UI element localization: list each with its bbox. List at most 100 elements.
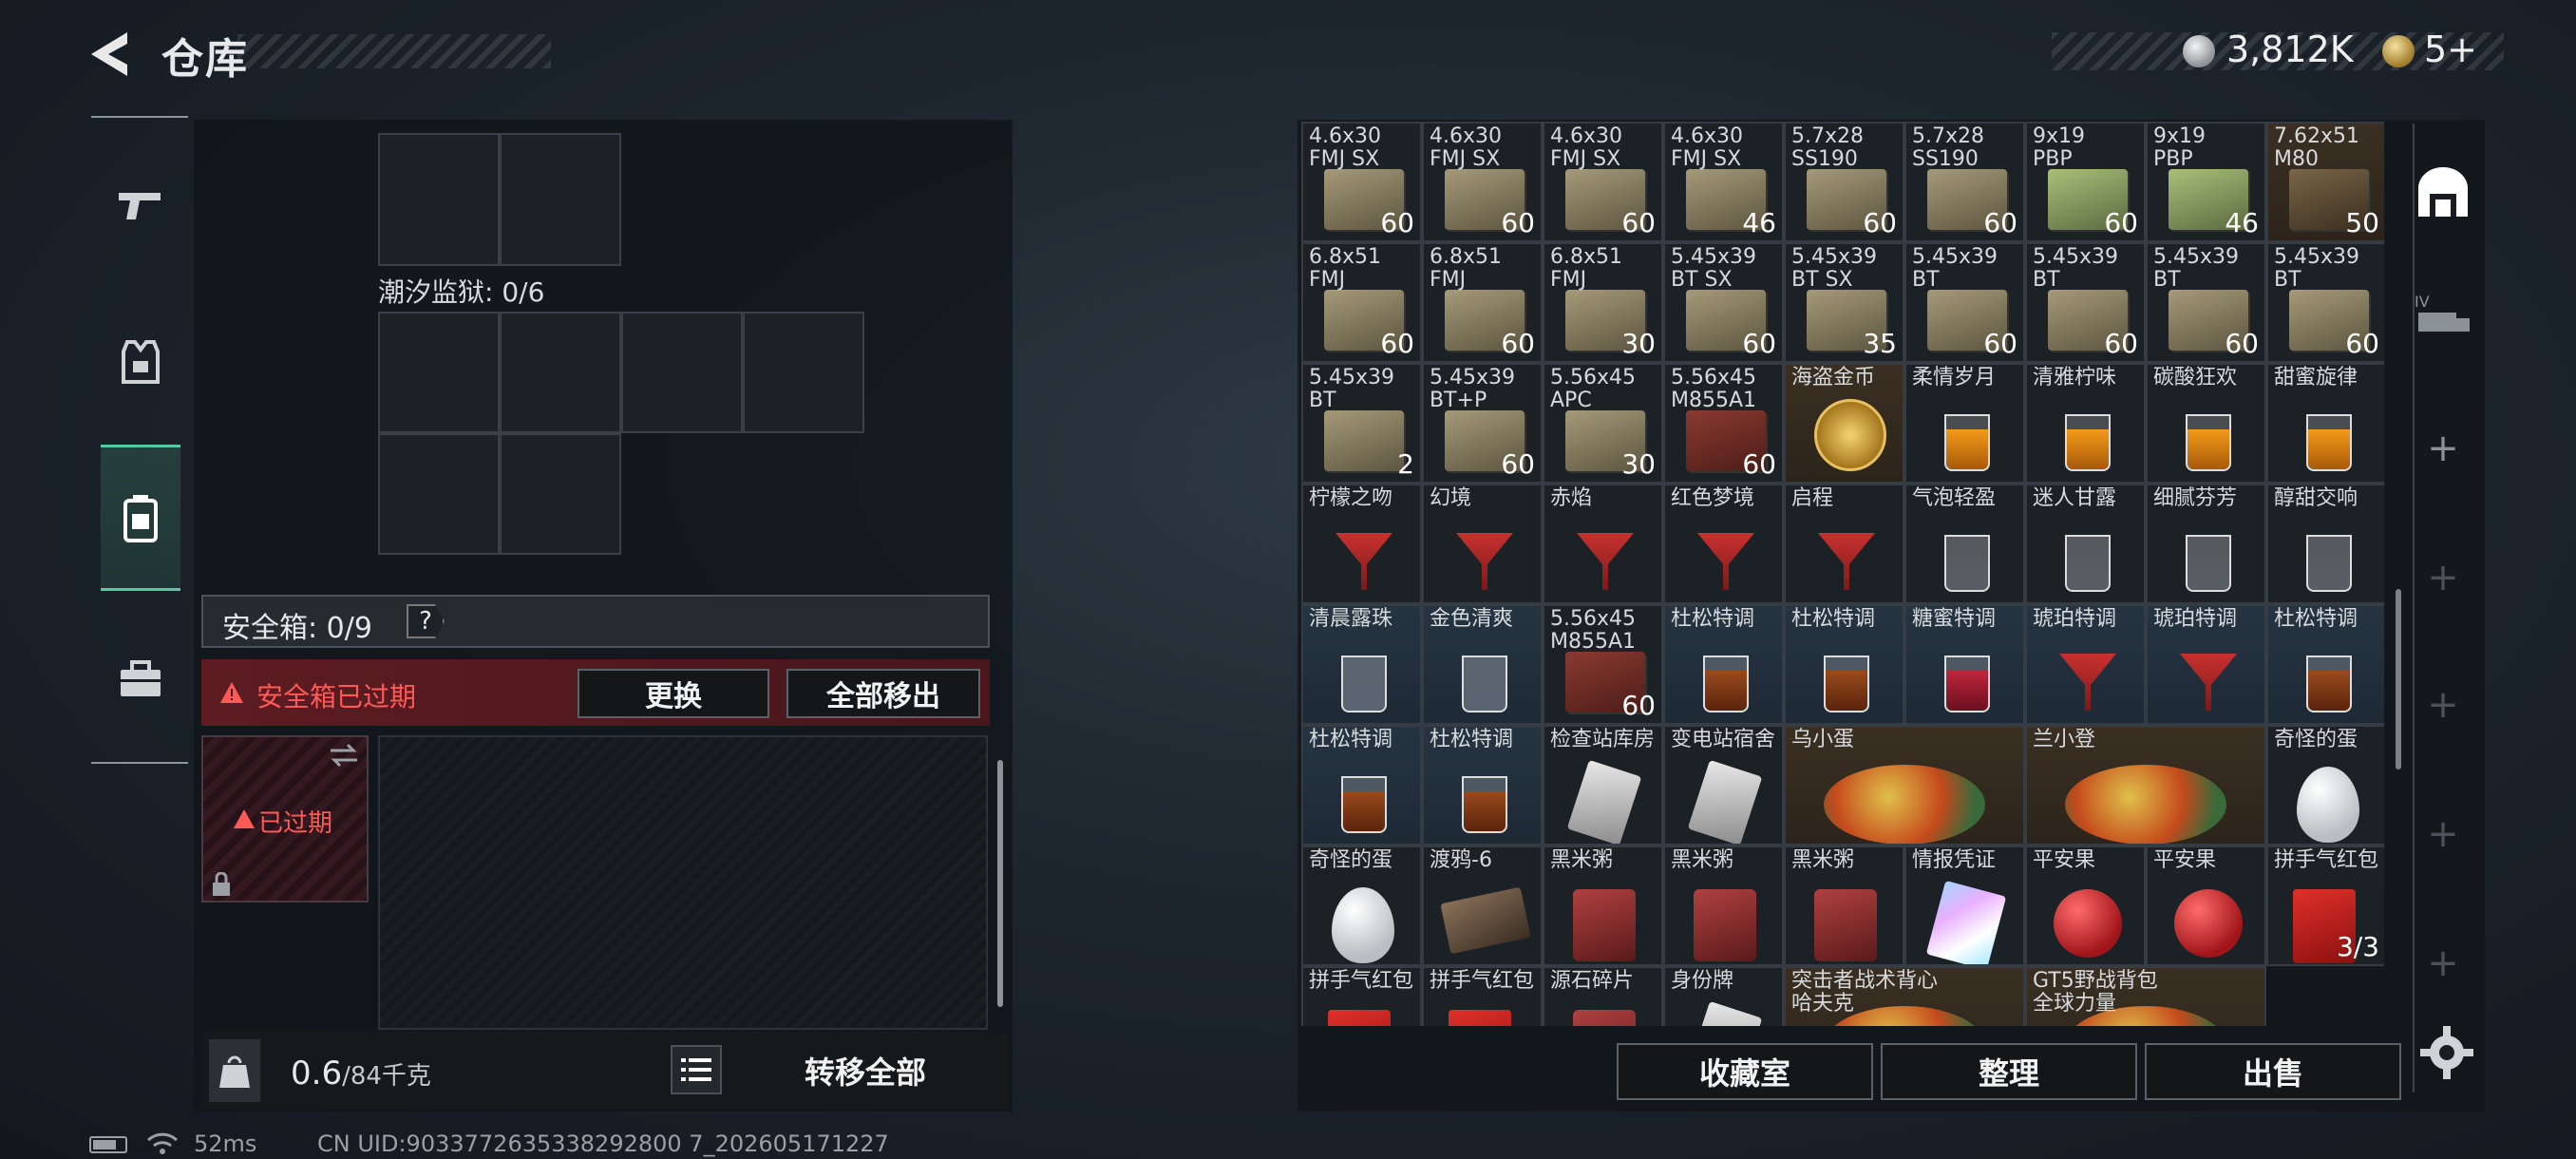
inventory-item[interactable]: 源石碎片 xyxy=(1543,966,1663,1026)
inventory-item[interactable]: 启程 xyxy=(1784,484,1904,604)
inventory-item[interactable]: 9x19 PBP 60 xyxy=(2025,122,2146,242)
rail-add-2[interactable]: + xyxy=(2403,538,2483,618)
inventory-item[interactable]: 平安果 xyxy=(2025,846,2146,966)
inventory-item[interactable]: 拼手气红包 3/3 xyxy=(2266,846,2384,966)
inventory-item[interactable]: 杜松特调 xyxy=(1784,604,1904,725)
move-all-out-button[interactable]: 全部移出 xyxy=(786,669,980,718)
replace-button[interactable]: 更换 xyxy=(578,669,769,718)
grid-slot[interactable] xyxy=(743,312,864,433)
inventory-item[interactable]: 拼手气红包 xyxy=(1422,966,1543,1026)
inventory-item[interactable]: 碳酸狂欢 xyxy=(2146,363,2266,484)
inventory-item[interactable]: 乌小蛋 xyxy=(1784,725,2025,846)
inventory-item[interactable]: GT5野战背包 全球力量 xyxy=(2025,966,2266,1026)
collection-button[interactable]: 收藏室 xyxy=(1617,1043,1873,1100)
grid-slot[interactable] xyxy=(378,433,500,555)
inventory-item[interactable]: 细腻芬芳 xyxy=(2146,484,2266,604)
sell-button[interactable]: 出售 xyxy=(2145,1043,2401,1100)
inventory-item[interactable]: 5.56x45 M855A1 60 xyxy=(1543,604,1663,725)
inventory-item[interactable]: 5.56x45 APC 30 xyxy=(1543,363,1663,484)
inventory-item[interactable]: 赤焰 xyxy=(1543,484,1663,604)
inventory-item[interactable]: 5.56x45 M855A1 60 xyxy=(1663,363,1784,484)
inventory-item[interactable]: 6.8x51 FMJ 30 xyxy=(1543,242,1663,363)
rail-add-1[interactable]: + xyxy=(2403,408,2483,488)
left-scrollbar[interactable] xyxy=(997,760,1003,1007)
inventory-item[interactable]: 金色清爽 xyxy=(1422,604,1543,725)
inventory-item[interactable]: 杜松特调 xyxy=(1422,725,1543,846)
inventory-item[interactable]: 5.45x39 BT+P 60 xyxy=(1422,363,1543,484)
inventory-item[interactable]: 7.62x51 M80 50 xyxy=(2266,122,2384,242)
inventory-item[interactable]: 5.7x28 SS190 60 xyxy=(1904,122,2025,242)
inventory-item[interactable]: 醇甜交响 xyxy=(2266,484,2384,604)
inventory-item[interactable]: 黑米粥 xyxy=(1663,846,1784,966)
grid-slot[interactable] xyxy=(500,312,621,433)
inventory-item[interactable]: 糖蜜特调 xyxy=(1904,604,2025,725)
grid-slot[interactable] xyxy=(621,312,743,433)
rail-add-5[interactable]: + xyxy=(2403,923,2483,1003)
grid-slot[interactable] xyxy=(500,433,621,555)
inventory-item[interactable]: 9x19 PBP 46 xyxy=(2146,122,2266,242)
inventory-item[interactable]: 幻境 xyxy=(1422,484,1543,604)
nav-storage[interactable] xyxy=(101,445,180,591)
inventory-item[interactable]: 迷人甘露 xyxy=(2025,484,2146,604)
list-view-button[interactable] xyxy=(671,1045,722,1094)
inventory-item[interactable]: 渡鸦-6 xyxy=(1422,846,1543,966)
rail-add-4[interactable]: + xyxy=(2403,794,2483,874)
inventory-item[interactable]: 琥珀特调 xyxy=(2146,604,2266,725)
inventory-item[interactable]: 情报凭证 xyxy=(1904,846,2025,966)
rail-storage-tab[interactable] xyxy=(2403,152,2483,232)
nav-armor[interactable] xyxy=(101,310,180,414)
settings-gear-icon[interactable] xyxy=(2420,1026,2473,1079)
inventory-item[interactable]: 5.45x39 BT 60 xyxy=(2025,242,2146,363)
transfer-all-button[interactable]: 转移全部 xyxy=(733,1041,997,1100)
inventory-item[interactable]: 黑米粥 xyxy=(1784,846,1904,966)
rail-add-3[interactable]: + xyxy=(2403,665,2483,745)
inventory-item[interactable]: 身份牌 xyxy=(1663,966,1784,1026)
inventory-item[interactable]: 5.45x39 BT SX 60 xyxy=(1663,242,1784,363)
inventory-item[interactable]: 柔情岁月 xyxy=(1904,363,2025,484)
inventory-item[interactable]: 海盗金币 xyxy=(1784,363,1904,484)
sort-button[interactable]: 整理 xyxy=(1881,1043,2137,1100)
nav-weapons[interactable] xyxy=(101,152,180,256)
inventory-item[interactable]: 突击者战术背心 哈夫克 xyxy=(1784,966,2025,1026)
rail-vehicle-tab[interactable]: IV xyxy=(2403,276,2483,355)
inventory-item[interactable]: 4.6x30 FMJ SX 60 xyxy=(1301,122,1422,242)
inventory-item[interactable]: 杜松特调 xyxy=(1301,725,1422,846)
nav-toolbox[interactable] xyxy=(101,627,180,732)
inventory-item[interactable]: 5.45x39 BT 60 xyxy=(1904,242,2025,363)
safe-box-grid[interactable] xyxy=(378,735,988,1030)
inventory-item[interactable]: 拼手气红包 xyxy=(1301,966,1422,1026)
inventory-item[interactable]: 5.45x39 BT SX 35 xyxy=(1784,242,1904,363)
inventory-item[interactable]: 气泡轻盈 xyxy=(1904,484,2025,604)
grid-slot[interactable] xyxy=(378,312,500,433)
inventory-item[interactable]: 清晨露珠 xyxy=(1301,604,1422,725)
inventory-item[interactable]: 柠檬之吻 xyxy=(1301,484,1422,604)
inventory-item[interactable]: 琥珀特调 xyxy=(2025,604,2146,725)
grid-slot[interactable] xyxy=(500,133,621,266)
inventory-item[interactable]: 奇怪的蛋 xyxy=(1301,846,1422,966)
inventory-item[interactable]: 6.8x51 FMJ 60 xyxy=(1422,242,1543,363)
inventory-item[interactable]: 4.6x30 FMJ SX 60 xyxy=(1543,122,1663,242)
grid-slot[interactable] xyxy=(378,133,500,266)
inventory-item[interactable]: 杜松特调 xyxy=(2266,604,2384,725)
inventory-item[interactable]: 检查站库房 xyxy=(1543,725,1663,846)
inventory-item[interactable]: 5.7x28 SS190 60 xyxy=(1784,122,1904,242)
inventory-item[interactable]: 杜松特调 xyxy=(1663,604,1784,725)
inventory-item[interactable]: 4.6x30 FMJ SX 46 xyxy=(1663,122,1784,242)
back-button[interactable] xyxy=(85,28,137,80)
inventory-item[interactable]: 变电站宿舍 xyxy=(1663,725,1784,846)
inventory-item[interactable]: 兰小登 xyxy=(2025,725,2266,846)
inventory-item[interactable]: 4.6x30 FMJ SX 60 xyxy=(1422,122,1543,242)
inventory-item[interactable]: 红色梦境 xyxy=(1663,484,1784,604)
inventory-item[interactable]: 清雅柠味 xyxy=(2025,363,2146,484)
inventory-item[interactable]: 平安果 xyxy=(2146,846,2266,966)
swap-icon[interactable] xyxy=(329,743,359,768)
inventory-item[interactable]: 奇怪的蛋 xyxy=(2266,725,2384,846)
inventory-item[interactable]: 甜蜜旋律 xyxy=(2266,363,2384,484)
inventory-item[interactable]: 5.45x39 BT 60 xyxy=(2266,242,2384,363)
inventory-item[interactable]: 6.8x51 FMJ 60 xyxy=(1301,242,1422,363)
inventory-item[interactable]: 黑米粥 xyxy=(1543,846,1663,966)
inventory-item[interactable]: 5.45x39 BT 2 xyxy=(1301,363,1422,484)
inventory-item[interactable]: 5.45x39 BT 60 xyxy=(2146,242,2266,363)
inventory-scrollbar[interactable] xyxy=(2396,589,2401,770)
back-arrow-icon xyxy=(91,32,127,76)
